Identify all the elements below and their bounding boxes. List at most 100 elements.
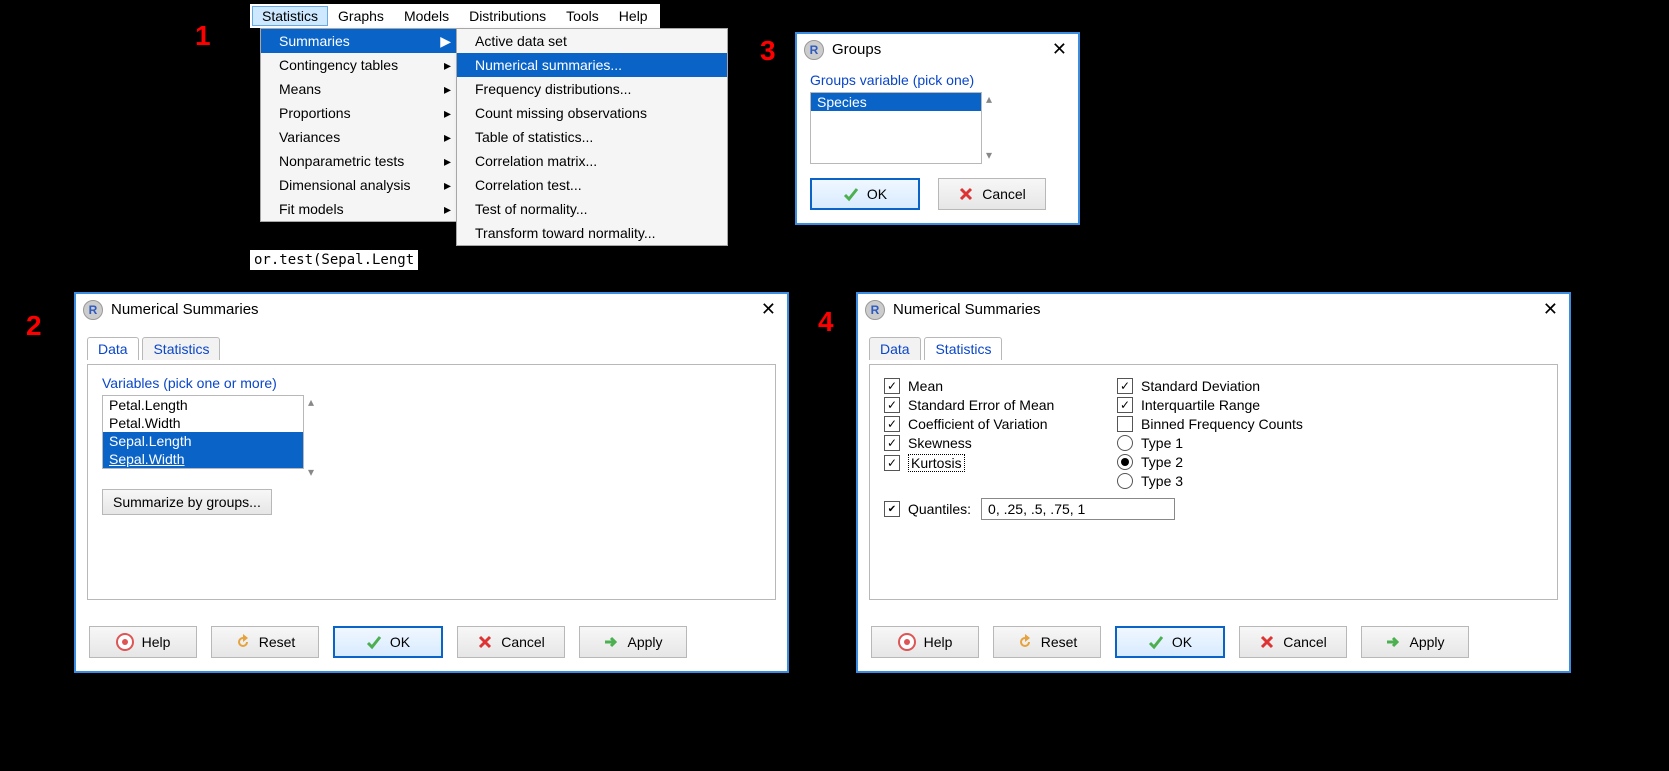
checkbox-quantiles[interactable]: ✔: [884, 501, 900, 517]
tab-data[interactable]: Data: [87, 337, 139, 360]
tabs: Data Statistics: [87, 336, 776, 364]
apply-button[interactable]: Apply: [579, 626, 687, 658]
reset-button[interactable]: Reset: [993, 626, 1101, 658]
submenu-item-normality-test[interactable]: Test of normality...: [457, 197, 727, 221]
arrow-right-icon: [1385, 634, 1401, 650]
scroll-arrows: ▴ ▾: [986, 92, 992, 162]
quantiles-input[interactable]: [981, 498, 1175, 520]
checkbox-skewness[interactable]: ✓: [884, 435, 900, 451]
tabs: Data Statistics: [869, 336, 1558, 364]
list-item[interactable]: Petal.Length: [103, 396, 303, 414]
list-item[interactable]: Sepal.Length: [103, 432, 303, 450]
chevron-right-icon: ▸: [444, 129, 451, 146]
cancel-button[interactable]: Cancel: [457, 626, 565, 658]
checkbox-iqr[interactable]: ✓: [1117, 397, 1133, 413]
chevron-down-icon[interactable]: ▾: [986, 148, 992, 162]
help-button[interactable]: Help: [871, 626, 979, 658]
submenu-item-numerical-summaries[interactable]: Numerical summaries...: [457, 53, 727, 77]
button-label: OK: [1172, 634, 1192, 650]
submenu-item-nonparametric[interactable]: Nonparametric tests▸: [261, 149, 457, 173]
menu-models[interactable]: Models: [394, 6, 459, 26]
button-label: Cancel: [1283, 634, 1327, 650]
x-icon: [958, 186, 974, 202]
window-title: Groups: [832, 41, 881, 58]
apply-button[interactable]: Apply: [1361, 626, 1469, 658]
chevron-up-icon[interactable]: ▴: [308, 395, 314, 409]
radio-type2[interactable]: [1117, 454, 1133, 470]
submenu-item-correlation-test[interactable]: Correlation test...: [457, 173, 727, 197]
checkbox-label: Kurtosis: [908, 454, 965, 472]
submenu-item-transform-normality[interactable]: Transform toward normality...: [457, 221, 727, 245]
chevron-right-icon: ▸: [444, 153, 451, 170]
menu-distributions[interactable]: Distributions: [459, 6, 556, 26]
menu-statistics[interactable]: Statistics: [252, 6, 328, 26]
tab-data[interactable]: Data: [869, 337, 921, 360]
radio-type1[interactable]: [1117, 435, 1133, 451]
submenu-item-correlation-matrix[interactable]: Correlation matrix...: [457, 149, 727, 173]
tab-statistics[interactable]: Statistics: [924, 337, 1002, 360]
r-logo-icon: R: [865, 300, 885, 320]
cancel-button[interactable]: Cancel: [938, 178, 1046, 210]
button-label: Cancel: [982, 186, 1026, 202]
cancel-button[interactable]: Cancel: [1239, 626, 1347, 658]
list-item[interactable]: Species: [811, 93, 981, 111]
help-button[interactable]: Help: [89, 626, 197, 658]
variables-listbox[interactable]: Petal.Length Petal.Width Sepal.Length Se…: [102, 395, 304, 469]
submenu-item-means[interactable]: Means▸: [261, 77, 457, 101]
groups-variable-listbox[interactable]: Species: [810, 92, 982, 164]
submenu-item-dimensional[interactable]: Dimensional analysis▸: [261, 173, 457, 197]
submenu-item-proportions[interactable]: Proportions▸: [261, 101, 457, 125]
list-item[interactable]: Petal.Width: [103, 414, 303, 432]
button-label: Help: [142, 634, 171, 650]
step-label-3: 3: [760, 35, 776, 67]
checkbox-binned[interactable]: [1117, 416, 1133, 432]
reset-button[interactable]: Reset: [211, 626, 319, 658]
checkbox-kurtosis[interactable]: ✓: [884, 455, 900, 471]
checkbox-stderr[interactable]: ✓: [884, 397, 900, 413]
checkbox-mean[interactable]: ✓: [884, 378, 900, 394]
radio-type3[interactable]: [1117, 473, 1133, 489]
chevron-down-icon[interactable]: ▾: [308, 465, 314, 479]
tab-statistics[interactable]: Statistics: [142, 337, 220, 360]
menu-help[interactable]: Help: [609, 6, 658, 26]
checkbox-sd[interactable]: ✓: [1117, 378, 1133, 394]
undo-icon: [235, 634, 251, 650]
submenu-statistics: Summaries▶ Contingency tables▸ Means▸ Pr…: [260, 28, 458, 222]
submenu-item-fitmodels[interactable]: Fit models▸: [261, 197, 457, 221]
close-icon[interactable]: ✕: [1048, 39, 1071, 60]
groups-dialog: R Groups ✕ Groups variable (pick one) Sp…: [795, 32, 1080, 225]
step-label-4: 4: [818, 306, 834, 338]
list-item[interactable]: Sepal.Width: [103, 450, 303, 468]
r-logo-icon: R: [83, 300, 103, 320]
checkbox-label: Mean: [908, 378, 943, 394]
window-title: Numerical Summaries: [893, 301, 1041, 318]
submenu-item-summaries[interactable]: Summaries▶: [261, 29, 457, 53]
close-icon[interactable]: ✕: [757, 299, 780, 320]
window-title: Numerical Summaries: [111, 301, 259, 318]
numerical-summaries-dialog-data: R Numerical Summaries ✕ Data Statistics …: [74, 292, 789, 673]
checkbox-label: Interquartile Range: [1141, 397, 1260, 413]
chevron-up-icon[interactable]: ▴: [986, 92, 992, 106]
menu-tools[interactable]: Tools: [556, 6, 609, 26]
checkbox-cv[interactable]: ✓: [884, 416, 900, 432]
chevron-right-icon: ▸: [444, 201, 451, 218]
summarize-by-groups-button[interactable]: Summarize by groups...: [102, 489, 272, 515]
submenu-item-variances[interactable]: Variances▸: [261, 125, 457, 149]
radio-label: Type 3: [1141, 473, 1183, 489]
ok-button[interactable]: OK: [333, 626, 443, 658]
ok-button[interactable]: OK: [1115, 626, 1225, 658]
ok-button[interactable]: OK: [810, 178, 920, 210]
checkbox-label: Standard Deviation: [1141, 378, 1260, 394]
submenu-item-active-dataset[interactable]: Active data set: [457, 29, 727, 53]
submenu-item-count-missing[interactable]: Count missing observations: [457, 101, 727, 125]
submenu-item-contingency[interactable]: Contingency tables▸: [261, 53, 457, 77]
step-label-1: 1: [195, 20, 211, 52]
submenu-item-table-statistics[interactable]: Table of statistics...: [457, 125, 727, 149]
checkbox-label: Skewness: [908, 435, 972, 451]
close-icon[interactable]: ✕: [1539, 299, 1562, 320]
titlebar: R Numerical Summaries ✕: [857, 293, 1570, 324]
quantiles-label: Quantiles:: [908, 501, 971, 517]
menu-graphs[interactable]: Graphs: [328, 6, 394, 26]
submenu-item-frequency-distributions[interactable]: Frequency distributions...: [457, 77, 727, 101]
menubar: Statistics Graphs Models Distributions T…: [250, 4, 660, 28]
